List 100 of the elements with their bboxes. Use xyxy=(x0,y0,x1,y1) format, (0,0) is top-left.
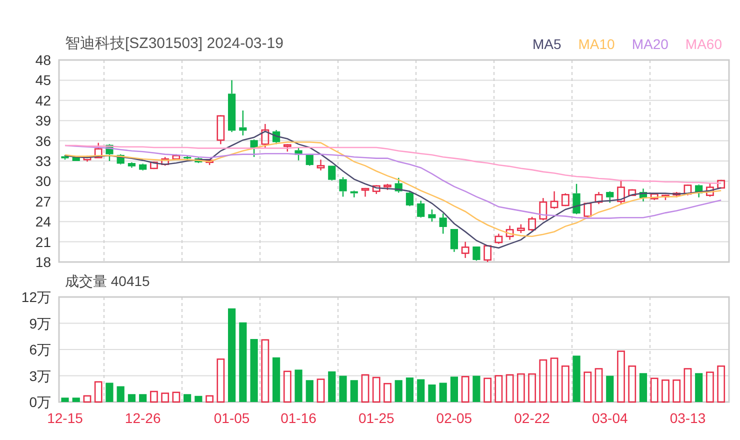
candlestick xyxy=(250,139,258,157)
volume-bar xyxy=(450,376,458,402)
volume-bar xyxy=(194,396,202,402)
date-label: 01-16 xyxy=(280,410,316,426)
candlestick xyxy=(417,200,425,218)
candlestick xyxy=(328,165,336,181)
volume-bar xyxy=(139,394,147,402)
volume-bar xyxy=(294,370,302,402)
volume-title: 成交量 40415 xyxy=(65,272,150,290)
candlestick xyxy=(139,164,147,170)
candlestick xyxy=(717,180,726,189)
candlestick xyxy=(450,228,458,252)
candlestick xyxy=(261,124,270,148)
candlestick xyxy=(94,142,102,158)
candlestick xyxy=(684,184,692,196)
volume-bar xyxy=(116,386,124,402)
volume-bar xyxy=(484,378,492,403)
volume-bar xyxy=(316,378,325,403)
candlestick xyxy=(194,158,202,164)
volume-bar xyxy=(216,358,225,403)
candlestick xyxy=(83,156,92,162)
date-label: 01-05 xyxy=(214,410,250,426)
volume-bar xyxy=(83,395,92,403)
axis-tick-label: 24 xyxy=(35,214,51,230)
date-label: 12-15 xyxy=(47,410,83,426)
volume-bar xyxy=(428,384,436,402)
candlestick xyxy=(372,185,380,194)
date-label: 02-05 xyxy=(436,410,472,426)
volume-bar xyxy=(672,379,681,403)
volume-bar xyxy=(494,375,503,403)
candlestick xyxy=(216,115,225,144)
date-label: 03-13 xyxy=(670,410,706,426)
candlestick xyxy=(350,190,358,198)
volume-bar xyxy=(94,381,102,403)
date-label: 02-22 xyxy=(514,410,550,426)
volume-bar xyxy=(650,378,658,403)
volume-bar xyxy=(61,398,69,402)
volume-bar xyxy=(706,372,714,403)
candlestick xyxy=(72,156,80,162)
volume-bar xyxy=(439,382,447,402)
volume-bar xyxy=(72,398,80,402)
volume-bar xyxy=(472,376,480,402)
date-label: 12-26 xyxy=(124,410,161,426)
candlestick xyxy=(606,191,614,203)
axis-tick-label: 12万 xyxy=(21,290,51,305)
candlestick xyxy=(461,242,470,258)
date-label: 01-25 xyxy=(358,410,394,426)
axis-tick-label: 42 xyxy=(35,92,51,108)
axis-tick-label: 21 xyxy=(35,234,51,250)
candlestick xyxy=(283,144,292,152)
candlestick xyxy=(394,178,402,193)
candlestick xyxy=(594,192,603,204)
candlestick xyxy=(706,183,714,197)
volume-bar xyxy=(206,395,214,403)
candlestick xyxy=(550,191,558,209)
candlestick xyxy=(106,144,114,161)
volume-bar xyxy=(372,376,380,403)
candlestick xyxy=(472,246,480,261)
candlestick xyxy=(128,162,136,168)
candlestick xyxy=(584,202,592,217)
legend-label: MA60 xyxy=(685,35,722,54)
volume-bar xyxy=(283,370,292,403)
volume-bar xyxy=(528,373,536,403)
candlestick xyxy=(516,224,525,234)
volume-bar xyxy=(328,371,336,402)
volume-bar xyxy=(394,380,402,402)
candlestick xyxy=(161,156,170,166)
candlestick xyxy=(206,160,214,166)
volume-bar xyxy=(417,379,425,402)
candlestick xyxy=(150,162,158,170)
volume-bar xyxy=(717,365,726,403)
axis-tick-label: 36 xyxy=(35,132,51,149)
axis-tick-label: 3万 xyxy=(29,368,51,384)
candlestick xyxy=(294,148,302,160)
axis-tick-label: 48 xyxy=(35,54,51,68)
volume-bar xyxy=(684,368,692,403)
volume-bar xyxy=(539,359,548,403)
candlestick xyxy=(528,216,536,232)
volume-bar xyxy=(550,358,558,403)
volume-bar xyxy=(617,350,625,403)
candlestick xyxy=(662,194,670,200)
axis-tick-label: 18 xyxy=(35,254,51,270)
volume-bar xyxy=(184,394,192,402)
candlestick xyxy=(316,160,325,170)
candlestick xyxy=(184,156,192,160)
candlestick xyxy=(361,188,370,197)
candlestick xyxy=(484,245,492,262)
axis-tick-label: 27 xyxy=(35,193,51,210)
candlestick xyxy=(428,209,436,222)
axis-tick-label: 9万 xyxy=(29,315,51,332)
legend-label: MA5 xyxy=(532,35,562,54)
candlestick xyxy=(384,184,392,190)
candlestick xyxy=(406,192,414,206)
candlestick xyxy=(561,193,570,206)
candlestick xyxy=(228,80,236,132)
candlestick xyxy=(539,198,548,220)
volume-bar xyxy=(461,376,470,403)
axis-tick-label: 0万 xyxy=(29,394,51,410)
volume-bar xyxy=(128,394,136,402)
volume-bar xyxy=(662,379,670,403)
